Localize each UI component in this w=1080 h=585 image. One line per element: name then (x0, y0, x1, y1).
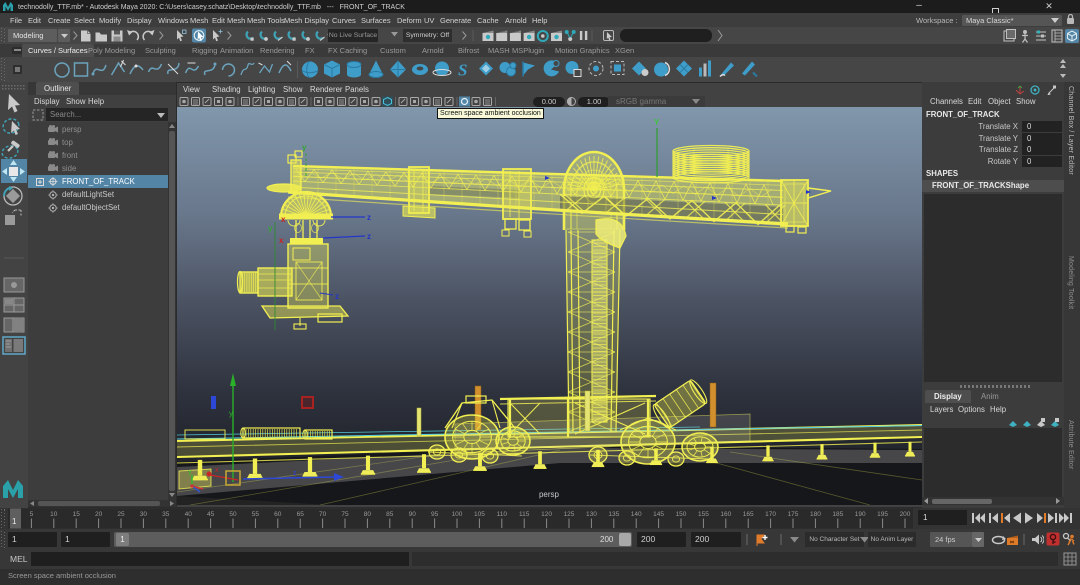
svg-text:185: 185 (832, 511, 843, 518)
svg-text:100: 100 (452, 511, 463, 518)
svg-text:125: 125 (564, 511, 575, 518)
svg-text:130: 130 (586, 511, 597, 518)
svg-text:50: 50 (229, 511, 237, 518)
svg-text:y: y (268, 224, 273, 233)
svg-text:y: y (302, 143, 307, 152)
svg-text:80: 80 (364, 511, 372, 518)
svg-text:x: x (279, 236, 284, 245)
svg-text:110: 110 (497, 511, 508, 518)
svg-text:y: y (229, 409, 233, 418)
svg-text:150: 150 (676, 511, 687, 518)
svg-text:z: z (367, 232, 371, 241)
svg-text:5: 5 (30, 511, 34, 518)
svg-text:190: 190 (855, 511, 866, 518)
svg-text:1: 1 (12, 517, 17, 526)
svg-text:105: 105 (474, 511, 485, 518)
svg-text:155: 155 (698, 511, 709, 518)
svg-text:65: 65 (297, 511, 305, 518)
svg-text:165: 165 (743, 511, 754, 518)
svg-text:persp: persp (539, 490, 560, 499)
svg-text:x: x (215, 467, 219, 474)
svg-text:195: 195 (877, 511, 888, 518)
svg-text:z: z (367, 213, 371, 222)
svg-text:20: 20 (95, 511, 103, 518)
svg-text:140: 140 (631, 511, 642, 518)
svg-text:z: z (335, 292, 339, 301)
svg-text:180: 180 (810, 511, 821, 518)
svg-text:75: 75 (341, 511, 349, 518)
svg-text:90: 90 (409, 511, 417, 518)
svg-text:15: 15 (73, 511, 81, 518)
svg-text:x: x (281, 215, 286, 224)
svg-text:30: 30 (140, 511, 148, 518)
svg-text:175: 175 (788, 511, 799, 518)
svg-text:35: 35 (162, 511, 170, 518)
svg-text:95: 95 (431, 511, 439, 518)
svg-text:10: 10 (50, 511, 58, 518)
svg-text:145: 145 (653, 511, 664, 518)
svg-text:160: 160 (720, 511, 731, 518)
svg-text:120: 120 (541, 511, 552, 518)
svg-text:60: 60 (274, 511, 282, 518)
svg-text:170: 170 (765, 511, 776, 518)
svg-text:70: 70 (319, 511, 327, 518)
svg-text:z: z (293, 470, 297, 477)
svg-text:25: 25 (117, 511, 125, 518)
svg-text:200: 200 (900, 511, 911, 518)
svg-text:55: 55 (252, 511, 260, 518)
svg-text:45: 45 (207, 511, 215, 518)
svg-text:Y: Y (654, 118, 660, 127)
svg-text:135: 135 (608, 511, 619, 518)
svg-text:85: 85 (386, 511, 394, 518)
svg-text:S: S (458, 61, 467, 80)
svg-text:y: y (188, 469, 192, 476)
svg-text:40: 40 (185, 511, 193, 518)
svg-text:115: 115 (519, 511, 530, 518)
